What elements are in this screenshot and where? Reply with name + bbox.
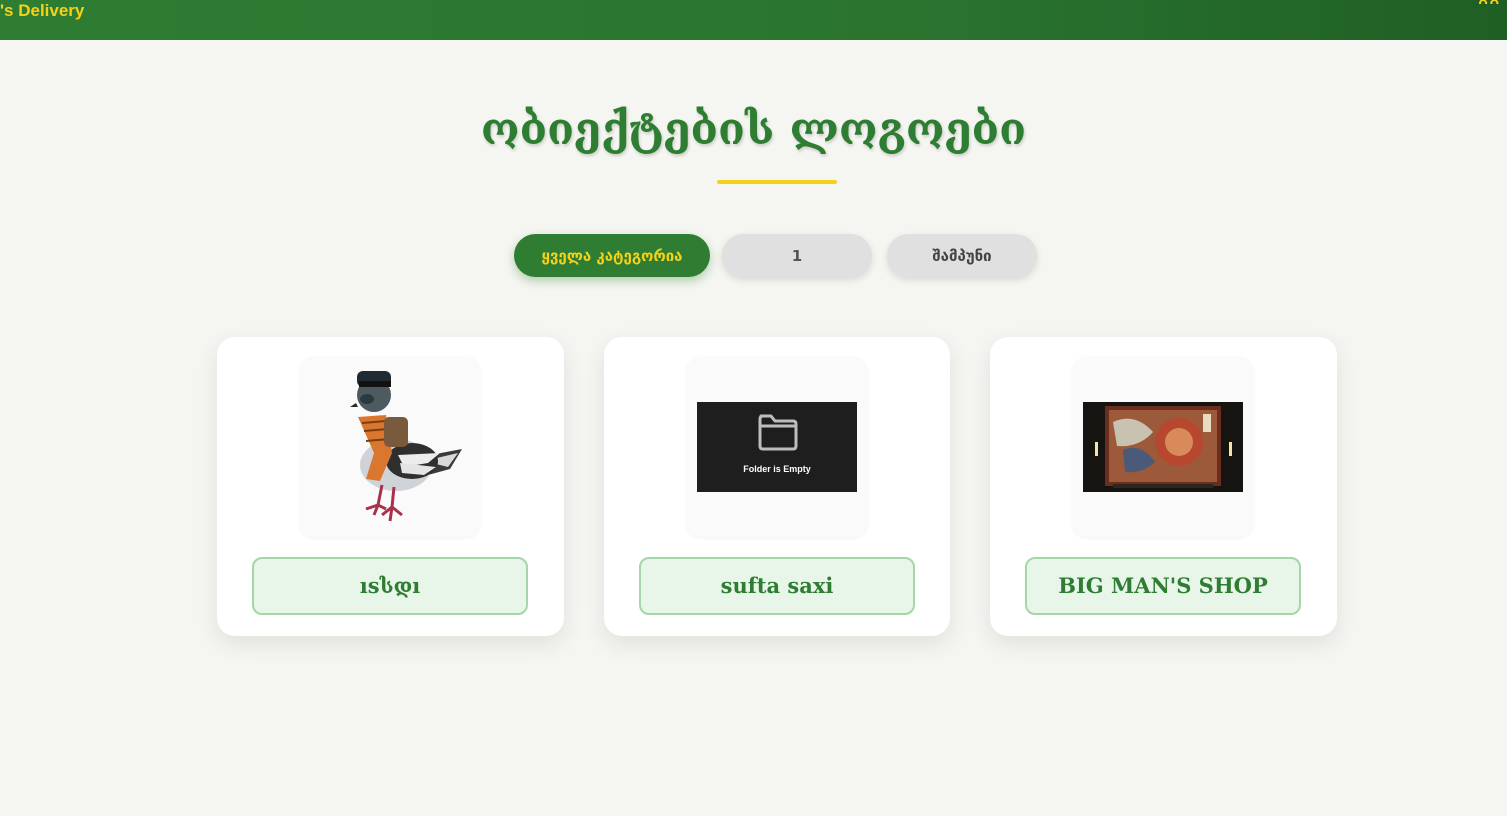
object-logo: Folder is Empty	[687, 357, 867, 537]
folder-icon	[758, 414, 798, 451]
empty-folder-logo-image: Folder is Empty	[697, 402, 857, 492]
object-logo	[300, 357, 480, 537]
filter-shampoo-button[interactable]: შამპუნი	[887, 234, 1037, 277]
title-underline	[717, 180, 837, 184]
object-logo	[1073, 357, 1253, 537]
top-navbar: 's Delivery ᲒᲒ	[0, 0, 1507, 40]
object-card[interactable]: Folder is Empty sufta saxi	[604, 337, 950, 636]
folder-empty-text: Folder is Empty	[743, 464, 811, 474]
page-title: ობიექტების ლოგოები	[480, 104, 1027, 155]
pigeon-logo-image	[350, 371, 462, 522]
object-name[interactable]: BIG MAN'S SHOP	[1025, 557, 1301, 615]
japanese-painting-logo-image	[1083, 402, 1243, 492]
nav-links-cropped[interactable]: ᲒᲒ	[1479, 0, 1501, 4]
painting-icon	[1095, 406, 1232, 488]
object-name[interactable]: sufta saxi	[639, 557, 915, 615]
filter-all-categories-button[interactable]: ყველა კატეგორია	[514, 234, 710, 277]
object-card[interactable]: ısსდı	[217, 337, 564, 636]
object-name[interactable]: ısსდı	[252, 557, 528, 615]
filter-category-1-button[interactable]: 1	[722, 234, 872, 277]
object-card[interactable]: BIG MAN'S SHOP	[990, 337, 1337, 636]
brand-logo-link[interactable]: 's Delivery	[0, 0, 84, 22]
